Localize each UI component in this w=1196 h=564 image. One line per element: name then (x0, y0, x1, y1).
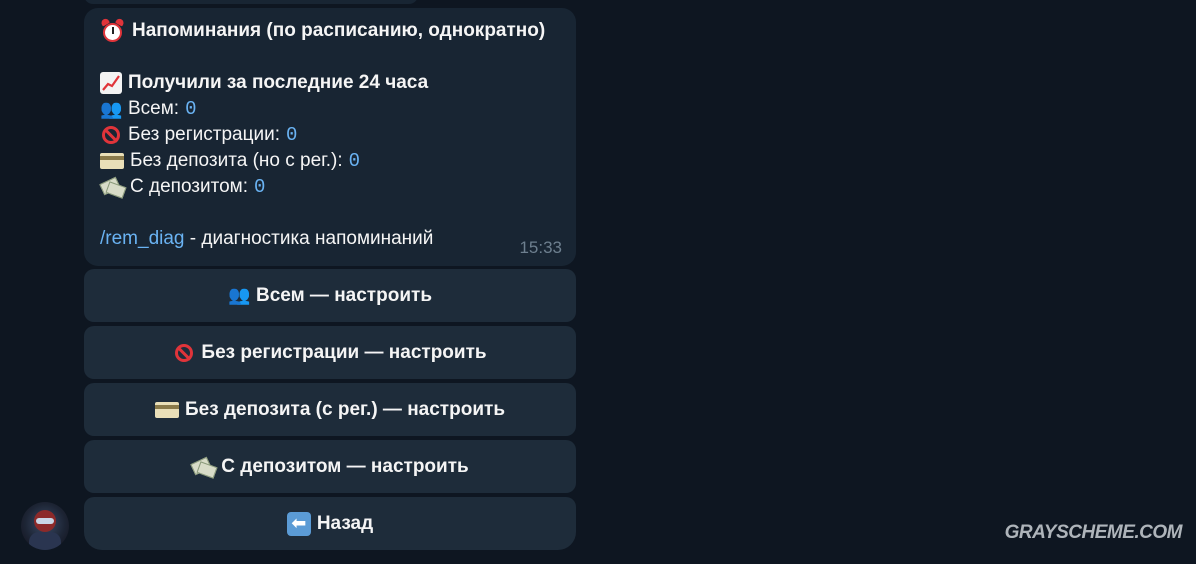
bot-avatar[interactable] (21, 502, 69, 550)
keyboard-button-back[interactable]: ⬅ Назад (84, 497, 576, 550)
stat-value: 0 (348, 150, 361, 172)
stats-title-line: Получили за последние 24 часа (100, 70, 562, 96)
stat-label: Без депозита (но с рег.): (130, 150, 343, 171)
keyboard-button-all-configure[interactable]: 👥 Всем — настроить (84, 269, 576, 322)
previous-message-bubble (84, 0, 418, 4)
keyboard-button-no-registration-configure[interactable]: Без регистрации — настроить (84, 326, 576, 379)
stat-value: 0 (185, 98, 197, 120)
button-label: Всем — настроить (255, 284, 432, 306)
back-arrow-icon: ⬅ (286, 511, 311, 536)
chat-area: Напоминания (по расписанию, однократно) … (0, 0, 1196, 564)
no-entry-icon (175, 343, 194, 362)
money-wings-icon (99, 176, 127, 199)
stat-row-all: 👥 Всем: 0 (100, 96, 562, 122)
watermark: GRAYSCHEME.COM (1004, 522, 1183, 543)
credit-card-icon (155, 401, 179, 418)
button-label: Без депозита (с рег.) — настроить (185, 398, 505, 420)
stat-label: Всем: (128, 98, 180, 119)
stat-row-no-deposit: Без депозита (но с рег.): 0 (100, 148, 562, 174)
alarm-clock-icon (100, 17, 126, 44)
button-label: Назад (316, 512, 374, 534)
message-bubble: Напоминания (по расписанию, однократно) … (84, 8, 576, 266)
command-line: /rem_diag - диагностика напоминаний (100, 226, 562, 252)
stat-row-deposit: С депозитом: 0 (99, 174, 562, 200)
no-entry-icon (102, 126, 120, 144)
stat-row-no-registration: Без регистрации: 0 (100, 122, 562, 148)
people-icon: 👥 (227, 285, 251, 305)
keyboard-button-no-deposit-configure[interactable]: Без депозита (с рег.) — настроить (84, 383, 576, 436)
button-label: С депозитом — настроить (221, 455, 469, 477)
message-title-line: Напоминания (по расписанию, однократно) (100, 17, 562, 44)
message-time: 15:33 (519, 238, 562, 257)
credit-card-icon (100, 153, 124, 169)
stat-label: Без регистрации: (128, 124, 281, 145)
keyboard-button-deposit-configure[interactable]: С депозитом — настроить (84, 440, 576, 493)
stat-value: 0 (286, 124, 298, 146)
money-wings-icon (190, 456, 218, 479)
button-label: Без регистрации — настроить (201, 341, 487, 363)
rem-diag-command-link[interactable]: /rem_diag (100, 226, 185, 252)
stats-title: Получили за последние 24 часа (128, 72, 429, 93)
stat-label: С депозитом: (130, 176, 249, 197)
command-description: - диагностика напоминаний (184, 228, 434, 249)
chart-increasing-icon (100, 72, 122, 94)
people-icon: 👥 (100, 99, 123, 119)
message-title: Напоминания (по расписанию, однократно) (132, 20, 546, 41)
stat-value: 0 (254, 176, 266, 198)
